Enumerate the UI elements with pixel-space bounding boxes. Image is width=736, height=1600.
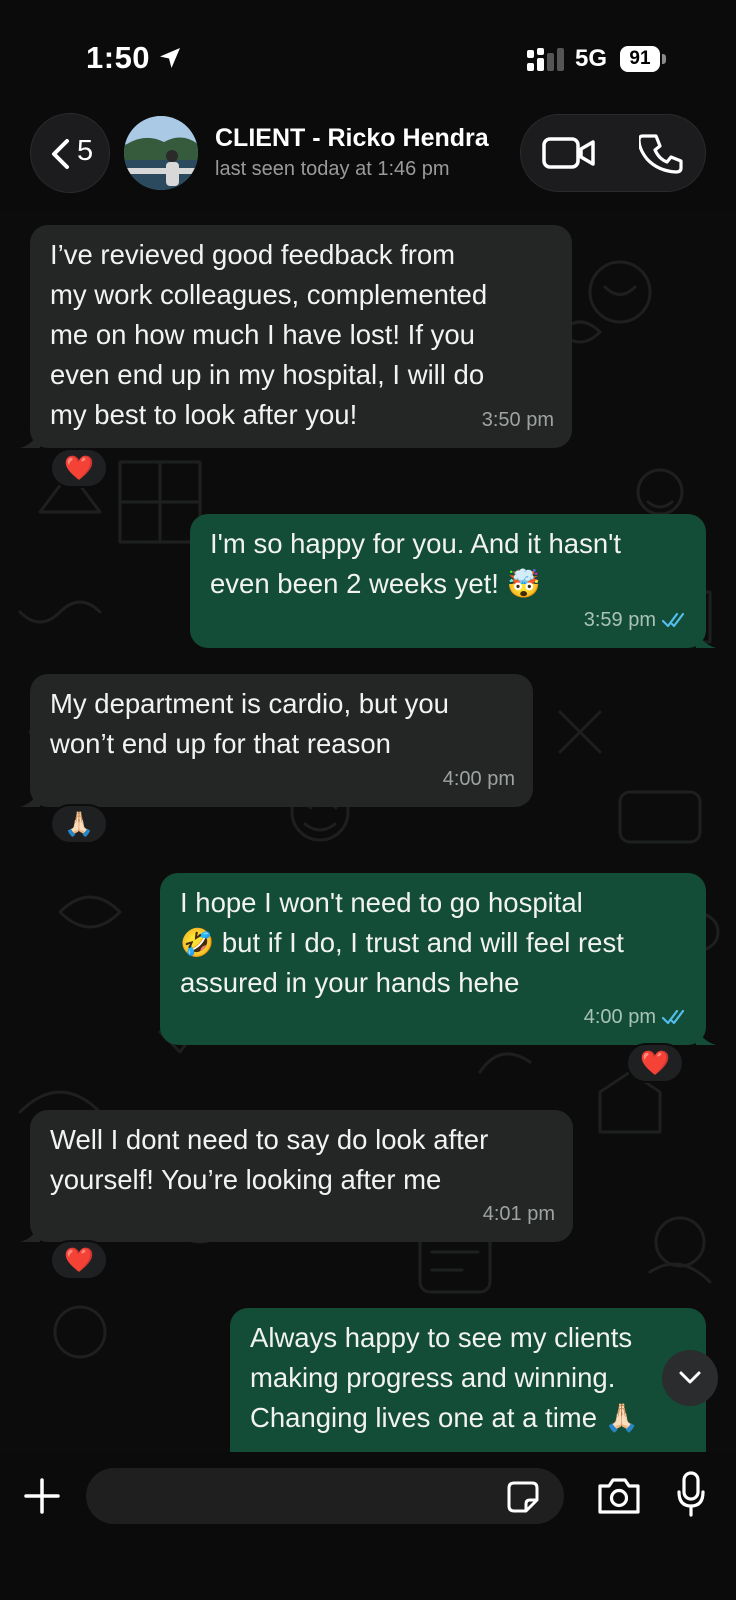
bubble-tail	[20, 1224, 40, 1242]
message-bubble-outgoing[interactable]: I hope I won't need to go hospital 🤣 but…	[160, 873, 716, 1045]
message-text: Always happy to see my clients making pr…	[250, 1322, 639, 1433]
message-meta: 4:00 pm	[584, 997, 688, 1037]
message-time: 3:50 pm	[481, 409, 554, 431]
back-button[interactable]: 5	[30, 113, 110, 193]
network-type: 5G	[575, 45, 608, 72]
message-meta: 3:50 pm	[482, 400, 554, 440]
contact-avatar[interactable]	[124, 116, 198, 190]
read-ticks-icon	[662, 612, 685, 628]
call-buttons	[520, 114, 706, 192]
message-meta: 4:00 pm	[443, 759, 515, 799]
sticker-icon[interactable]	[506, 1480, 540, 1514]
message-text: I’ve revieved good feedback from my work…	[50, 239, 488, 430]
bubble-tail	[20, 430, 40, 448]
message-time: 3:59 pm	[583, 609, 656, 631]
unread-chats-count: 5	[77, 135, 94, 167]
chat-header: 5 CLIENT - Ricko Hendra last seen today …	[0, 112, 736, 212]
chevron-left-icon	[52, 139, 69, 169]
message-time: 4:00 pm	[583, 1006, 656, 1028]
chevron-down-icon	[679, 1371, 701, 1384]
cellular-signal-icon	[527, 48, 564, 71]
message-meta: 3:59 pm	[584, 600, 688, 640]
message-input[interactable]	[86, 1468, 564, 1524]
message-bubble-outgoing[interactable]: I'm so happy for you. And it hasn't even…	[190, 514, 716, 648]
bubble-tail	[696, 1027, 716, 1045]
status-bar: 1:50 5G 91	[0, 0, 736, 112]
message-text: My department is cardio, but you won’t e…	[50, 688, 449, 759]
message-time: 4:00 pm	[442, 768, 515, 790]
phone-icon[interactable]	[639, 131, 685, 177]
battery-cap	[662, 54, 666, 64]
message-text: I hope I won't need to go hospital 🤣 but…	[180, 887, 624, 998]
microphone-icon[interactable]	[676, 1470, 706, 1518]
message-reaction[interactable]: ❤️	[50, 1240, 108, 1280]
message-bubble-incoming[interactable]: My department is cardio, but you won’t e…	[20, 674, 533, 807]
battery-indicator: 91	[620, 46, 666, 74]
message-reaction[interactable]: 🙏🏻	[50, 804, 108, 844]
battery-level: 91	[620, 46, 660, 72]
read-ticks-icon	[662, 1009, 685, 1025]
message-meta: 4:01 pm	[483, 1194, 555, 1234]
message-text: I'm so happy for you. And it hasn't even…	[210, 528, 622, 599]
bubble-tail	[696, 630, 716, 648]
message-text: Well I dont need to say do look after yo…	[50, 1124, 489, 1195]
bubble-tail	[20, 789, 40, 807]
plus-icon[interactable]	[22, 1476, 62, 1516]
video-camera-icon[interactable]	[541, 133, 597, 173]
message-composer	[0, 1452, 736, 1600]
status-time: 1:50	[86, 40, 151, 75]
message-reaction[interactable]: ❤️	[50, 448, 108, 488]
message-reaction[interactable]: ❤️	[626, 1043, 684, 1083]
message-bubble-incoming[interactable]: I’ve revieved good feedback from my work…	[20, 225, 572, 448]
camera-icon[interactable]	[596, 1476, 642, 1516]
contact-name[interactable]: CLIENT - Ricko Hendra	[215, 124, 489, 153]
message-time: 4:01 pm	[482, 1203, 555, 1225]
location-arrow-icon	[160, 48, 180, 68]
message-bubble-incoming[interactable]: Well I dont need to say do look after yo…	[20, 1110, 573, 1242]
last-seen-status: last seen today at 1:46 pm	[215, 158, 450, 180]
scroll-to-bottom-button[interactable]	[662, 1350, 718, 1406]
